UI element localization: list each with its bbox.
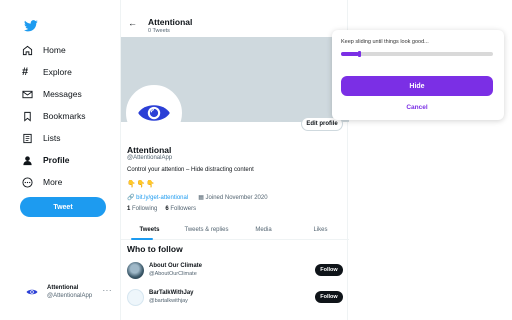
- home-icon: [22, 45, 33, 55]
- cancel-button[interactable]: Cancel: [341, 101, 493, 113]
- calendar-icon: ▦: [198, 195, 204, 201]
- profile-link[interactable]: 🔗 bit.ly/get-attentional: [127, 194, 188, 201]
- sidebar-item-profile[interactable]: Profile: [22, 151, 69, 169]
- avatar: [127, 262, 144, 279]
- followers-link[interactable]: 6 Followers: [165, 206, 196, 212]
- profile-tabs: Tweets Tweets & replies Media Likes: [121, 220, 349, 240]
- tab-tweets-replies[interactable]: Tweets & replies: [178, 220, 235, 239]
- mail-icon: [22, 90, 33, 98]
- followers-label: Followers: [170, 206, 197, 212]
- profile-avatar[interactable]: [126, 85, 182, 141]
- profile-joined: ▦ Joined November 2020: [198, 194, 267, 201]
- sidebar-item-home[interactable]: Home: [22, 41, 66, 59]
- list-item[interactable]: About Our Climate @AboutOurClimate Follo…: [127, 260, 343, 282]
- attentional-eye-icon: [138, 105, 170, 121]
- sensitivity-slider[interactable]: [341, 51, 493, 57]
- account-switcher[interactable]: Attentional @AttentionalApp ···: [24, 280, 116, 304]
- sidebar-item-more[interactable]: More: [22, 173, 62, 191]
- sidebar-item-label: Profile: [43, 155, 70, 165]
- tweet-count: 0 Tweets: [148, 28, 170, 34]
- profile-handle: @AttentionalApp: [127, 155, 173, 161]
- attentional-popup: Keep sliding until things look good... H…: [332, 30, 504, 120]
- sidebar-item-bookmarks[interactable]: Bookmarks: [22, 107, 86, 125]
- more-circle-icon: [22, 176, 33, 188]
- profile-name: Attentional: [127, 145, 172, 155]
- avatar: [24, 284, 40, 300]
- following-link[interactable]: 1 Following: [127, 206, 157, 212]
- profile-meta: 🔗 bit.ly/get-attentional ▦ Joined Novemb…: [127, 194, 268, 201]
- who-to-follow-title: Who to follow: [127, 244, 183, 254]
- profile-link-text[interactable]: bit.ly/get-attentional: [136, 195, 188, 201]
- sidebar-item-label: Home: [43, 45, 66, 55]
- slider-fill: [341, 52, 360, 56]
- sidebar-item-label: Lists: [43, 133, 61, 143]
- sidebar-item-label: Messages: [43, 89, 82, 99]
- follow-suggestion-name: About Our Climate: [149, 263, 203, 269]
- attentional-eye-icon: [26, 289, 38, 295]
- follow-button[interactable]: Follow: [315, 264, 343, 276]
- account-name: Attentional: [47, 285, 79, 291]
- profile-header: ← Attentional 0 Tweets: [121, 12, 349, 36]
- following-count: 1: [127, 206, 131, 212]
- profile-emojis: 👇👇👇: [127, 181, 157, 188]
- profile-follow-stats: 1 Following 6 Followers: [127, 206, 196, 212]
- profile-column: ← Attentional 0 Tweets Edit profile Atte…: [120, 0, 349, 320]
- following-label: Following: [132, 206, 158, 212]
- sidebar-item-lists[interactable]: Lists: [22, 129, 60, 147]
- follow-suggestion-handle: @AboutOurClimate: [149, 271, 197, 277]
- more-icon[interactable]: ···: [103, 286, 113, 295]
- follow-button[interactable]: Follow: [315, 291, 343, 303]
- avatar: [127, 289, 144, 306]
- followers-count: 6: [165, 206, 169, 212]
- slider-instruction: Keep sliding until things look good...: [341, 39, 429, 45]
- slider-thumb[interactable]: [358, 51, 362, 57]
- bookmark-icon: [24, 111, 31, 122]
- follow-suggestion-handle: @bartalkwithjay: [149, 298, 188, 304]
- account-handle: @AttentionalApp: [47, 293, 93, 299]
- hashtag-icon: #: [22, 65, 29, 78]
- person-icon: [23, 155, 32, 165]
- list-icon: [23, 133, 32, 143]
- sidebar-item-messages[interactable]: Messages: [22, 85, 82, 103]
- list-item[interactable]: BarTalkWithJay @bartalkwithjay Follow: [127, 287, 343, 309]
- tab-media[interactable]: Media: [235, 220, 292, 239]
- tab-likes[interactable]: Likes: [292, 220, 349, 239]
- link-icon: 🔗: [127, 195, 135, 201]
- sidebar-item-label: More: [43, 177, 63, 187]
- tweet-button[interactable]: Tweet: [20, 197, 106, 217]
- hide-button[interactable]: Hide: [341, 76, 493, 96]
- profile-bio: Control your attention – Hide distractin…: [127, 167, 254, 173]
- twitter-logo-icon[interactable]: [24, 20, 38, 32]
- sidebar-item-label: Explore: [43, 67, 72, 77]
- tab-tweets[interactable]: Tweets: [121, 220, 178, 240]
- follow-suggestion-name: BarTalkWithJay: [149, 290, 194, 296]
- sidebar-item-label: Bookmarks: [43, 111, 86, 121]
- back-arrow-icon[interactable]: ←: [128, 18, 137, 28]
- profile-joined-text: Joined November 2020: [205, 195, 268, 201]
- sidebar-item-explore[interactable]: # Explore: [22, 63, 72, 81]
- page-title: Attentional: [148, 17, 193, 27]
- sidebar: Home # Explore Messages Bookmarks Lists …: [0, 0, 118, 320]
